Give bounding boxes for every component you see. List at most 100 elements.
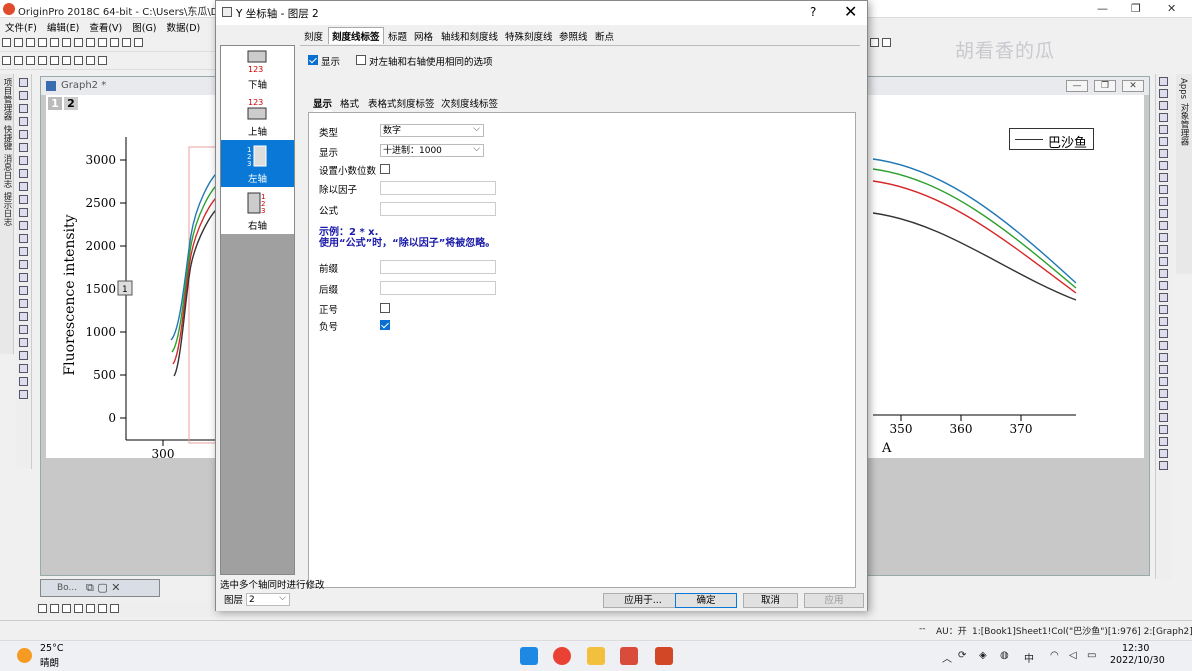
text-tool-icon[interactable] [19,182,28,191]
line-plot-icon[interactable] [38,604,47,613]
display-select[interactable]: 十进制：1000 [380,143,484,157]
weather-temp[interactable]: 25°C [40,643,63,654]
duplicate-icon[interactable] [26,56,35,65]
weather-text[interactable]: 晴朗 [40,655,59,669]
rt-tool-5-icon[interactable] [1159,125,1168,134]
curved-arrow-icon[interactable] [19,208,28,217]
line-tool-icon[interactable] [19,221,28,230]
formula-input[interactable] [380,202,496,216]
subtab-display[interactable]: 显示 [313,96,333,112]
tab-title[interactable]: 标题 [388,29,407,43]
maximize-icon[interactable]: ❐ [1131,2,1141,15]
rescale-icon[interactable] [19,312,28,321]
layer-select[interactable]: 2 [246,592,290,606]
pointer-tool-icon[interactable] [19,78,28,87]
rt-tool-32-icon[interactable] [1159,449,1168,458]
rt-tool-7-icon[interactable] [1159,149,1168,158]
arrow-tool-icon[interactable] [19,195,28,204]
project-manager-tab[interactable]: 项目管理器 [1,78,13,121]
insert-graph-icon[interactable] [19,286,28,295]
rt-tool-6-icon[interactable] [1159,137,1168,146]
minimized-workbook-window[interactable]: Bo... ⧉ ▢ ✕ [40,579,160,597]
new-layout-icon[interactable] [62,38,71,47]
type-select[interactable]: 数字 [380,123,484,137]
date-time-icon[interactable] [19,377,28,386]
rt-tool-21-icon[interactable] [1159,317,1168,326]
origin-taskbar-icon[interactable] [620,647,638,665]
apply-to-button[interactable]: 应用于... [603,593,683,608]
divide-input[interactable] [380,181,496,195]
rt-tool-26-icon[interactable] [1159,377,1168,386]
subtab-minor-labels[interactable]: 次刻度线标签 [441,96,498,110]
rt-tool-12-icon[interactable] [1159,209,1168,218]
scale-tool-icon[interactable] [19,104,28,113]
bar-plot-icon[interactable] [86,604,95,613]
rt-tool-33-icon[interactable] [1159,461,1168,470]
rt-tool-17-icon[interactable] [1159,269,1168,278]
rt-tool-9-icon[interactable] [1159,173,1168,182]
menu-graph[interactable]: 图(G) [127,18,161,36]
side-item-bottom-axis[interactable]: 123 下轴 [221,46,294,93]
minimize-icon[interactable]: — [1097,2,1108,15]
tab-tick-labels[interactable]: 刻度线标签 [328,27,384,44]
wifi-icon[interactable]: ◠ [1050,650,1059,661]
grid-icon[interactable] [19,390,28,399]
data-selector-icon[interactable] [19,143,28,152]
rt-tool-15-icon[interactable] [1159,245,1168,254]
object-manager-tab[interactable]: 对象管理器 [1178,103,1190,146]
rt-tool-25-icon[interactable] [1159,365,1168,374]
rt-tool-19-icon[interactable] [1159,293,1168,302]
save-icon[interactable] [110,38,119,47]
rectangle-tool-icon[interactable] [19,234,28,243]
restore-icon[interactable]: ⧉ ▢ ✕ [86,581,120,595]
clock-time[interactable]: 12:30 [1122,643,1149,654]
pie-plot-icon[interactable] [98,604,107,613]
clock-date[interactable]: 2022/10/30 [1110,655,1165,666]
ok-button[interactable]: 确定 [675,593,737,608]
shortcut-tab[interactable]: 快捷键 [1,125,13,151]
menu-data[interactable]: 数据(D) [162,18,206,36]
insert-table-icon[interactable] [19,299,28,308]
open-icon[interactable] [86,38,95,47]
area-plot-icon[interactable] [110,604,119,613]
draw-data-icon[interactable] [19,169,28,178]
line-symbol-icon[interactable] [62,604,71,613]
font-size-icon[interactable] [882,38,891,47]
decimals-checkbox[interactable] [380,164,390,174]
cancel-button[interactable]: 取消 [743,593,798,608]
layer-manage-icon[interactable] [19,351,28,360]
rt-tool-23-icon[interactable] [1159,341,1168,350]
rt-tool-4-icon[interactable] [1159,113,1168,122]
new-graph-icon[interactable] [26,38,35,47]
layer-icon[interactable] [2,56,11,65]
help-button[interactable]: ? [810,5,816,19]
dialog-close-button[interactable]: ✕ [844,2,857,21]
side-item-right-axis[interactable]: 123 右轴 [221,187,294,234]
cut-icon[interactable] [62,56,71,65]
same-options-checkbox[interactable] [356,55,366,65]
suffix-input[interactable] [380,281,496,295]
sync-icon[interactable]: ⟳ [958,650,966,661]
export-icon[interactable] [50,56,59,65]
rt-tool-14-icon[interactable] [1159,233,1168,242]
battery-icon[interactable]: ▭ [1087,650,1096,661]
sun-icon[interactable] [17,648,32,663]
rt-tool-8-icon[interactable] [1159,161,1168,170]
paste-icon[interactable] [86,56,95,65]
polygon-tool-icon[interactable] [19,273,28,282]
chrome-icon[interactable] [553,647,571,665]
legend[interactable]: 巴沙鱼 [1009,128,1094,151]
graph-restore-icon[interactable]: ❐ [1094,80,1116,92]
new-matrix-icon[interactable] [38,38,47,47]
powerpoint-icon[interactable] [655,647,673,665]
color-scale-icon[interactable] [19,338,28,347]
rt-tool-22-icon[interactable] [1159,329,1168,338]
scale-bar-icon[interactable] [19,364,28,373]
message-log-tab[interactable]: 消息日志 [1,154,13,188]
plus-sign-checkbox[interactable] [380,303,390,313]
tab-breaks[interactable]: 断点 [595,29,614,43]
rt-tool-16-icon[interactable] [1159,257,1168,266]
menu-edit[interactable]: 编辑(E) [42,18,84,36]
ime-indicator[interactable]: 中 [1024,650,1034,665]
rt-tool-29-icon[interactable] [1159,413,1168,422]
